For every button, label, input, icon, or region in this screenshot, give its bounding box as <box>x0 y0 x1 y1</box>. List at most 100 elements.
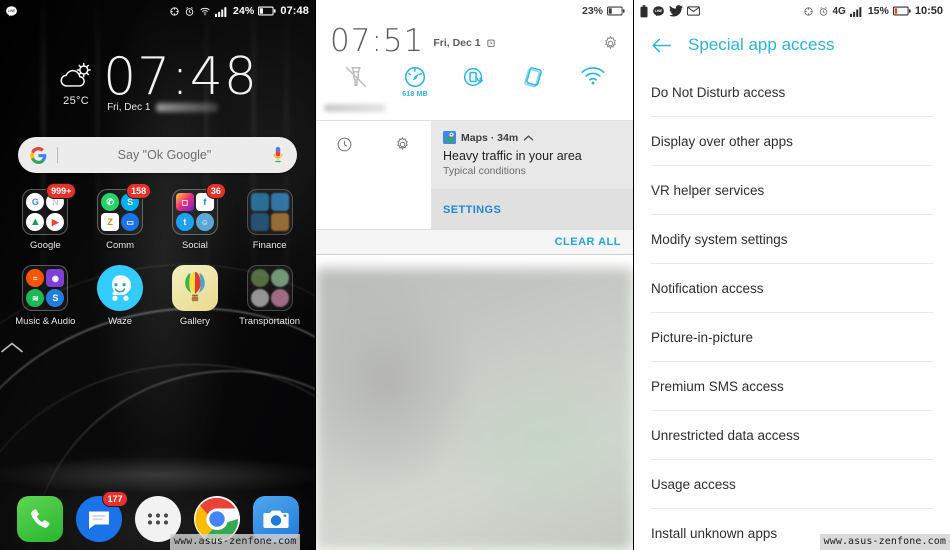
auto-rotate-toggle[interactable] <box>450 64 498 91</box>
alarm-icon <box>486 38 496 48</box>
clock-history-icon[interactable] <box>336 136 353 153</box>
quick-toggles: 618 MB <box>316 58 633 98</box>
transport-app-4-icon <box>270 289 289 307</box>
settings-header: Special app access <box>634 22 950 68</box>
notification-settings-row[interactable]: SETTINGS <box>431 189 633 229</box>
temperature-label: 25°C <box>63 95 89 107</box>
quick-settings-gear-icon[interactable] <box>602 24 619 52</box>
transport-app-1-icon <box>250 269 269 287</box>
twitter-icon <box>669 5 683 17</box>
google-g-icon <box>30 146 47 164</box>
phone-dock-icon[interactable] <box>16 496 63 542</box>
svg-text:LINE: LINE <box>8 9 16 13</box>
status-clock: 07:48 <box>280 5 309 17</box>
microphone-icon[interactable] <box>271 146 285 164</box>
sync-icon <box>169 6 180 17</box>
list-item-do-not-disturb-access[interactable]: Do Not Disturb access <box>651 68 933 117</box>
list-item-vr-helper-services[interactable]: VR helper services <box>651 166 933 215</box>
list-item-modify-system-settings[interactable]: Modify system settings <box>651 215 933 264</box>
watermark: www.asus-zenfone.com <box>170 534 301 550</box>
chevron-up-icon[interactable] <box>0 341 315 354</box>
list-item-notification-access[interactable]: Notification access <box>651 264 933 313</box>
three-panel-screenshot: LINE 24% 07:48 25°C 07:48 Fri, Dec 1 Say… <box>0 0 950 550</box>
transport-app-2-icon <box>270 269 289 287</box>
battery-icon <box>258 6 276 16</box>
soundcloud-icon: ≈ <box>26 269 45 287</box>
folder-google[interactable]: G N ▲ ▶ 999+ Google <box>12 183 78 251</box>
clear-all-button[interactable]: CLEAR ALL <box>555 236 621 248</box>
shade-date-row: Fri, Dec 1 <box>433 24 495 49</box>
arrow-left-icon[interactable] <box>651 37 672 54</box>
list-item-unrestricted-data-access[interactable]: Unrestricted data access <box>651 411 933 460</box>
brightness-slider[interactable] <box>324 104 386 112</box>
google-drive-icon: ▲ <box>26 213 45 231</box>
widget-time: 07:48 <box>103 47 258 107</box>
notification-shade-panel: 23% 07:51 Fri, Dec 1 618 MB Maps · 34m H… <box>315 0 633 550</box>
shade-clock: 07:51 <box>330 23 425 59</box>
alarm-icon <box>818 6 829 17</box>
app-row-1: G N ▲ ▶ 999+ Google ✆ S Z ▭ 158 Comm ◻ f… <box>8 183 307 251</box>
folder-preview: ✆ S Z ▭ 158 <box>97 183 152 235</box>
list-item-usage-access[interactable]: Usage access <box>651 460 933 509</box>
flashlight-toggle[interactable] <box>332 64 380 91</box>
list-item-premium-sms-access[interactable]: Premium SMS access <box>651 362 933 411</box>
notification-side-actions <box>316 121 431 229</box>
notification-card[interactable]: Maps · 34m Heavy traffic in your area Ty… <box>316 121 633 229</box>
folder-music-audio[interactable]: ≈ ◉ ≋ S Music & Audio <box>12 265 78 327</box>
boost-cleaner-toggle[interactable]: 618 MB <box>391 64 439 98</box>
notification-header: Maps · 34m <box>443 131 621 144</box>
watermark: www.asus-zenfone.com <box>819 534 950 550</box>
battery-percent-label: 24% <box>233 5 255 17</box>
shade-status-bar: 23% <box>316 0 633 22</box>
folder-social[interactable]: ◻ f t ☺ 36 Social <box>162 183 228 251</box>
spotify-icon: ≋ <box>26 289 45 307</box>
folder-badge: 158 <box>126 183 152 199</box>
folder-transportation[interactable]: Transportation <box>237 265 303 327</box>
search-placeholder: Say "Ok Google" <box>117 148 212 162</box>
finance-app-2-icon <box>270 193 289 211</box>
battery-percent-label: 15% <box>867 5 889 17</box>
wifi-toggle[interactable] <box>569 64 617 89</box>
notification-settings-button[interactable]: SETTINGS <box>443 204 501 216</box>
list-item-display-over-other-apps[interactable]: Display over other apps <box>651 117 933 166</box>
special-app-access-panel: LINE 4G 15% 10:50 Special app access Do … <box>633 0 950 550</box>
transport-app-3-icon <box>250 289 269 307</box>
finance-app-4-icon <box>270 213 289 231</box>
folder-preview: ◻ f t ☺ 36 <box>171 183 226 235</box>
clear-all-bar[interactable]: CLEAR ALL <box>316 229 633 255</box>
app-label: Social <box>181 240 208 251</box>
line-app-icon: LINE <box>652 5 665 18</box>
messages-dock-icon[interactable]: 177 <box>75 491 128 542</box>
wifi-icon <box>199 6 211 17</box>
notification-gear-icon[interactable] <box>394 136 411 153</box>
video-call-icon: ▭ <box>121 213 140 231</box>
app-gallery[interactable]: Gallery <box>162 265 228 327</box>
folder-comm[interactable]: ✆ S Z ▭ 158 Comm <box>87 183 153 251</box>
notification-subtitle: Typical conditions <box>443 165 526 177</box>
clock-weather-widget[interactable]: 25°C 07:48 Fri, Dec 1 <box>0 50 315 113</box>
line-app-icon: LINE <box>5 5 18 18</box>
battery-icon <box>892 6 911 16</box>
notification-app-name: Maps · 34m <box>461 131 519 144</box>
google-play-icon: ▶ <box>46 213 65 231</box>
widget-date: Fri, Dec 1 <box>107 102 151 113</box>
shade-clock-row: 07:51 Fri, Dec 1 <box>316 22 633 58</box>
blurred-location-text <box>156 103 219 112</box>
screenshot-toggle[interactable] <box>510 64 558 91</box>
google-search-bar[interactable]: Say "Ok Google" <box>18 137 297 173</box>
battery-saver-icon <box>640 4 648 18</box>
list-item-picture-in-picture[interactable]: Picture-in-picture <box>651 313 933 362</box>
chevron-up-icon[interactable] <box>523 134 534 142</box>
folder-badge: 36 <box>205 183 226 199</box>
folder-finance[interactable]: Finance <box>237 189 303 251</box>
alarm-icon <box>184 6 195 17</box>
gallery-icon <box>171 265 218 311</box>
app-waze[interactable]: Waze <box>87 265 153 327</box>
app-label: Google <box>30 240 61 251</box>
signal-icon <box>215 6 229 17</box>
sync-icon <box>803 6 814 17</box>
blurred-background <box>316 268 633 550</box>
app-label: Transportation <box>239 316 301 327</box>
folder-preview <box>246 189 293 235</box>
home-screen-panel: LINE 24% 07:48 25°C 07:48 Fri, Dec 1 Say… <box>0 0 315 550</box>
